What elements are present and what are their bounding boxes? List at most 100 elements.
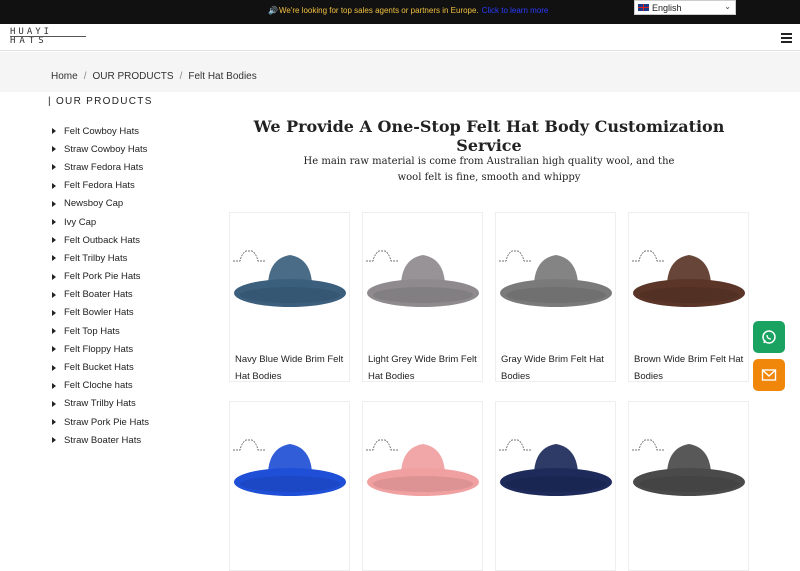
- product-card[interactable]: Navy Blue Wide Brim Felt Hat Bodies: [229, 212, 350, 382]
- hat-image: [366, 250, 479, 307]
- product-card[interactable]: [495, 401, 616, 571]
- product-card[interactable]: Light Grey Wide Brim Felt Hat Bodies: [362, 212, 483, 382]
- caret-right-icon: [52, 146, 56, 153]
- breadcrumb-our-products[interactable]: OUR PRODUCTS: [92, 71, 173, 82]
- sidebar-item[interactable]: Straw Boater Hats: [52, 431, 212, 449]
- breadcrumb-home[interactable]: Home: [51, 71, 78, 82]
- caret-right-icon: [52, 437, 56, 444]
- caret-right-icon: [52, 182, 56, 189]
- breadcrumb: Home / OUR PRODUCTS / Felt Hat Bodies: [51, 71, 257, 82]
- caret-right-icon: [52, 400, 56, 407]
- sidebar-item-label: Felt Bowler Hats: [64, 307, 134, 319]
- announcement: 🔊We're looking for top sales agents or p…: [268, 6, 548, 15]
- caret-right-icon: [52, 346, 56, 353]
- sidebar-item[interactable]: Straw Fedora Hats: [52, 158, 212, 176]
- sidebar-item-label: Felt Pork Pie Hats: [64, 271, 141, 283]
- caret-right-icon: [52, 164, 56, 171]
- sidebar-item[interactable]: Straw Pork Pie Hats: [52, 413, 212, 431]
- sidebar-item[interactable]: Felt Trilby Hats: [52, 249, 212, 267]
- sidebar-item-label: Felt Boater Hats: [64, 289, 133, 301]
- whatsapp-icon: [762, 330, 776, 344]
- language-select[interactable]: English ⌄: [634, 0, 736, 15]
- sidebar-item-label: Newsboy Cap: [64, 198, 124, 210]
- site-header: HUAYI HATS: [0, 24, 800, 51]
- breadcrumb-current: Felt Hat Bodies: [188, 71, 257, 82]
- sidebar-category-list: Felt Cowboy Hats Straw Cowboy Hats Straw F…: [52, 122, 212, 449]
- product-image[interactable]: [363, 213, 482, 346]
- sidebar-item-label: Felt Trilby Hats: [64, 252, 128, 264]
- hat-image: [233, 250, 346, 307]
- product-image[interactable]: [629, 213, 748, 346]
- caret-right-icon: [52, 273, 56, 280]
- announcement-link[interactable]: Click to learn more: [482, 6, 549, 15]
- hat-image: [233, 439, 346, 496]
- sidebar-item-label: Felt Fedora Hats: [64, 180, 135, 192]
- caret-right-icon: [52, 291, 56, 298]
- hat-image: [499, 250, 612, 307]
- email-icon: [761, 369, 777, 381]
- product-card[interactable]: Gray Wide Brim Felt Hat Bodies: [495, 212, 616, 382]
- sidebar-item[interactable]: Ivy Cap: [52, 213, 212, 231]
- sidebar-item[interactable]: Felt Top Hats: [52, 322, 212, 340]
- sidebar-item-label: Felt Outback Hats: [64, 234, 141, 246]
- hat-image: [366, 439, 479, 496]
- product-image[interactable]: [230, 402, 349, 535]
- announcement-bar: 🔊We're looking for top sales agents or p…: [0, 0, 800, 24]
- sidebar-item-label: Felt Top Hats: [64, 325, 120, 337]
- sidebar-item[interactable]: Felt Cowboy Hats: [52, 122, 212, 140]
- announcement-text: We're looking for top sales agents or pa…: [278, 6, 479, 15]
- product-name[interactable]: Gray Wide Brim Felt Hat Bodies: [501, 351, 613, 385]
- product-card[interactable]: [229, 401, 350, 571]
- whatsapp-button[interactable]: [753, 321, 785, 353]
- product-image[interactable]: [629, 402, 748, 535]
- page-title: We Provide A One-Stop Felt Hat Body Cust…: [253, 117, 725, 155]
- sidebar-item[interactable]: Felt Cloche hats: [52, 377, 212, 395]
- product-card[interactable]: [628, 401, 749, 571]
- chevron-down-icon: ⌄: [724, 2, 731, 11]
- product-name[interactable]: Brown Wide Brim Felt Hat Bodies: [634, 351, 746, 385]
- product-card[interactable]: [362, 401, 483, 571]
- caret-right-icon: [52, 328, 56, 335]
- logo-line2: HATS: [10, 36, 48, 46]
- caret-right-icon: [52, 237, 56, 244]
- sidebar-item[interactable]: Felt Outback Hats: [52, 231, 212, 249]
- sidebar-item[interactable]: Felt Fedora Hats: [52, 177, 212, 195]
- sidebar-item-label: Straw Fedora Hats: [64, 161, 144, 173]
- caret-right-icon: [52, 255, 56, 262]
- speaker-icon: 🔊: [268, 6, 278, 15]
- sidebar-item[interactable]: Felt Floppy Hats: [52, 340, 212, 358]
- uk-flag-icon: [638, 4, 649, 11]
- product-image[interactable]: [496, 402, 615, 535]
- hamburger-menu-icon[interactable]: [781, 33, 792, 43]
- sidebar-item[interactable]: Newsboy Cap: [52, 195, 212, 213]
- page-subtitle: He main raw material is come from Austra…: [303, 156, 675, 183]
- sidebar-item[interactable]: Felt Bucket Hats: [52, 358, 212, 376]
- sidebar-item-label: Felt Cloche hats: [64, 380, 133, 392]
- caret-right-icon: [52, 219, 56, 226]
- language-label: English: [652, 2, 682, 13]
- sidebar-item-label: Straw Cowboy Hats: [64, 143, 148, 155]
- logo[interactable]: HUAYI HATS: [10, 28, 86, 47]
- hat-image: [499, 439, 612, 496]
- sidebar-item-label: Felt Floppy Hats: [64, 343, 134, 355]
- email-button[interactable]: [753, 359, 785, 391]
- product-card[interactable]: Brown Wide Brim Felt Hat Bodies: [628, 212, 749, 382]
- product-image[interactable]: [230, 213, 349, 346]
- hat-image: [632, 250, 745, 307]
- breadcrumb-bar: Home / OUR PRODUCTS / Felt Hat Bodies: [0, 52, 800, 92]
- sidebar-item-label: Straw Pork Pie Hats: [64, 416, 149, 428]
- caret-right-icon: [52, 128, 56, 135]
- sidebar-item[interactable]: Straw Trilby Hats: [52, 395, 212, 413]
- sidebar-item[interactable]: Felt Pork Pie Hats: [52, 268, 212, 286]
- sidebar-title: | OUR PRODUCTS: [48, 96, 153, 107]
- caret-right-icon: [52, 200, 56, 207]
- sidebar-item[interactable]: Straw Cowboy Hats: [52, 140, 212, 158]
- product-name[interactable]: Navy Blue Wide Brim Felt Hat Bodies: [235, 351, 347, 385]
- caret-right-icon: [52, 419, 56, 426]
- hat-image: [632, 439, 745, 496]
- product-name[interactable]: Light Grey Wide Brim Felt Hat Bodies: [368, 351, 480, 385]
- product-image[interactable]: [496, 213, 615, 346]
- sidebar-item[interactable]: Felt Bowler Hats: [52, 304, 212, 322]
- sidebar-item[interactable]: Felt Boater Hats: [52, 286, 212, 304]
- product-image[interactable]: [363, 402, 482, 535]
